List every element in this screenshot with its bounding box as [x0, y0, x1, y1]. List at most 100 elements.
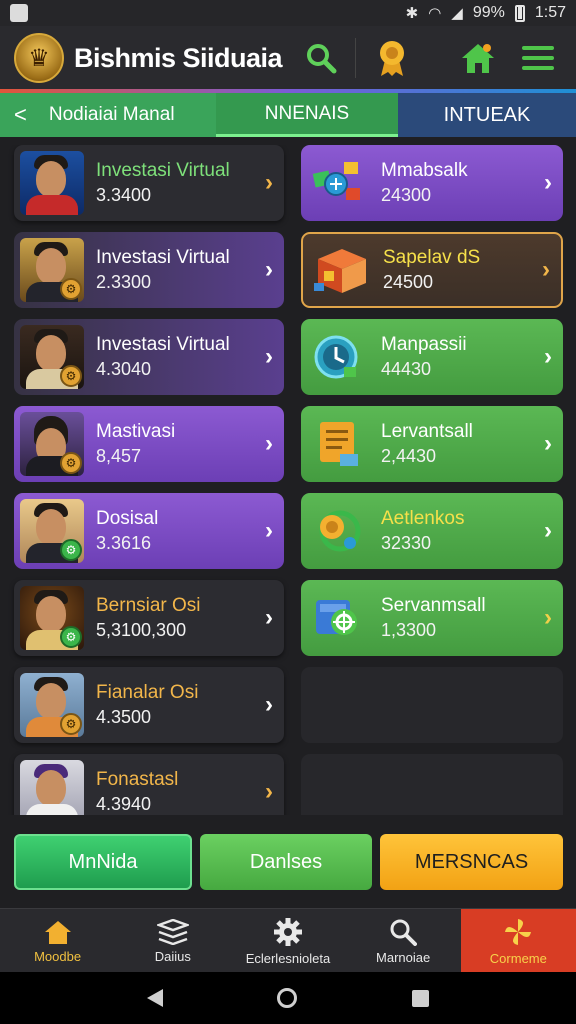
card-title: Bernsiar Osi — [96, 595, 201, 616]
card-value: 4.3040 — [96, 359, 152, 379]
danlses-button[interactable]: Danlses — [200, 834, 372, 890]
list-item[interactable]: ⚙ Bernsiar Osi 5,3100,300 › — [14, 580, 284, 656]
list-item[interactable]: Mmabsalk 24300 › — [301, 145, 563, 221]
home-icon — [44, 920, 71, 944]
list-item[interactable]: ⚙ Investasi Virtual 4.3040 › — [14, 319, 284, 395]
card-title: Manpassii — [381, 334, 467, 355]
home-circle-icon[interactable] — [277, 988, 298, 1008]
chevron-right-icon: › — [265, 169, 273, 196]
card-grid: Investasi Virtual 3.3400 › ⚙ Investasi Vi… — [0, 145, 576, 815]
coin-cycle-icon — [307, 500, 369, 562]
search-button[interactable] — [297, 34, 345, 82]
chevron-right-icon: › — [544, 343, 552, 370]
tab-back-label: Nodiaiai Manal — [48, 104, 175, 125]
list-item[interactable]: ⚙ Investasi Virtual 2.3300 › — [14, 232, 284, 308]
card-value: 44430 — [381, 359, 432, 379]
card-title: Lervantsall — [381, 421, 473, 442]
bottom-nav: Moodbe Daiius Eclerlesnioleta Marnoiae C… — [0, 908, 576, 973]
wifi-icon: ◠ — [428, 5, 442, 22]
recents-icon[interactable] — [411, 989, 429, 1007]
gear-badge-icon: ⚙ — [60, 626, 82, 648]
action-bar: MnNida Danlses MERSNCAS — [0, 834, 576, 892]
card-title: Investasi Virtual — [96, 334, 230, 355]
avatar: ⚙ — [20, 586, 84, 650]
card-value: 2,4430 — [381, 446, 437, 466]
nav-eclerlesnioleta[interactable]: Eclerlesnioleta — [230, 909, 345, 973]
back-icon[interactable] — [147, 989, 164, 1007]
chevron-right-icon: › — [544, 517, 552, 544]
list-item[interactable]: Servanmsall 1,3300 › — [301, 580, 563, 656]
notification-icon — [10, 4, 28, 22]
card-value: 3.3400 — [96, 185, 152, 205]
card-value: 2.3300 — [96, 272, 152, 292]
nav-daiius[interactable]: Daiius — [115, 909, 230, 973]
app-bar: ♛ Bishmis Siiduaia — [0, 26, 576, 90]
nav-label: Cormeme — [489, 950, 547, 966]
coin-badge-icon: ⚙ — [60, 452, 82, 474]
chevron-right-icon: › — [265, 691, 273, 718]
tab-intueak[interactable]: INTUEAK — [398, 93, 576, 137]
cubes-icon — [307, 152, 369, 214]
chevron-right-icon: › — [265, 343, 273, 370]
avatar: ⚙ — [20, 673, 84, 737]
avatar — [20, 151, 84, 215]
pinwheel-icon — [505, 918, 532, 945]
empty-card-slot — [301, 667, 563, 743]
coin-badge-icon: ⚙ — [60, 713, 82, 735]
list-item[interactable]: ⚙ Mastivasi 8,457 › — [14, 406, 284, 482]
nav-label: Moodbe — [34, 948, 82, 964]
nav-moodbe[interactable]: Moodbe — [0, 909, 115, 973]
card-title: Dosisal — [96, 508, 159, 529]
battery-icon — [514, 4, 525, 22]
chevron-right-icon: › — [542, 256, 550, 283]
system-nav-bar — [0, 972, 576, 1024]
card-title: Mmabsalk — [381, 160, 468, 181]
list-item[interactable]: Lervantsall 2,4430 › — [301, 406, 563, 482]
store-icon — [309, 239, 371, 301]
card-title: Investasi Virtual — [96, 160, 230, 181]
award-button[interactable] — [368, 34, 416, 82]
chevron-right-icon: › — [265, 778, 273, 805]
tab-nnenais[interactable]: NNENAIS — [216, 93, 398, 137]
card-title: Investasi Virtual — [96, 247, 230, 268]
card-title: Fianalar Osi — [96, 682, 199, 703]
nav-label: Eclerlesnioleta — [245, 950, 331, 966]
home-button[interactable] — [454, 34, 502, 82]
document-icon — [307, 413, 369, 475]
card-value: 1,3300 — [381, 620, 437, 640]
list-item[interactable]: Investasi Virtual 3.3400 › — [14, 145, 284, 221]
card-value: 4.3940 — [96, 794, 152, 814]
avatar: ⚙ — [20, 499, 84, 563]
nav-cormeme[interactable]: Cormeme — [460, 909, 576, 973]
app-logo: ♛ — [14, 33, 64, 83]
list-item[interactable]: Manpassii 44430 › — [301, 319, 563, 395]
card-value: 32330 — [381, 533, 432, 553]
list-item[interactable]: Fonastasl 4.3940 › — [14, 754, 284, 815]
card-title: Aetlenkos — [381, 508, 465, 529]
list-item[interactable]: Aetlenkos 32330 › — [301, 493, 563, 569]
card-value: 4.3500 — [96, 707, 152, 727]
list-item[interactable]: ⚙ Fianalar Osi 4.3500 › — [14, 667, 284, 743]
mnnida-button[interactable]: MnNida — [14, 834, 192, 890]
card-title: Sapelav dS — [383, 247, 481, 268]
tab-back[interactable]: < Nodiaiai Manal — [0, 93, 216, 137]
bluetooth-icon: ✱ — [405, 5, 419, 22]
list-item[interactable]: Sapelav dS 24500 › — [301, 232, 563, 308]
gear-box-icon — [307, 587, 369, 649]
chevron-right-icon: › — [265, 604, 273, 631]
clock-icon — [307, 326, 369, 388]
menu-button[interactable] — [514, 34, 562, 82]
home-icon — [462, 44, 494, 73]
chevron-right-icon: › — [265, 256, 273, 283]
chevron-right-icon: › — [265, 517, 273, 544]
mersncas-button[interactable]: MERSNCAS — [380, 834, 563, 890]
chevron-right-icon: › — [544, 604, 552, 631]
signal-icon: ◢ — [451, 5, 463, 22]
hamburger-icon — [522, 46, 554, 70]
list-item[interactable]: ⚙ Dosisal 3.3616 › — [14, 493, 284, 569]
nav-label: Daiius — [154, 948, 191, 964]
empty-card-slot — [301, 754, 563, 815]
search-icon — [307, 44, 337, 74]
chevron-right-icon: › — [544, 430, 552, 457]
nav-marnoiae[interactable]: Marnoiae — [346, 909, 461, 973]
